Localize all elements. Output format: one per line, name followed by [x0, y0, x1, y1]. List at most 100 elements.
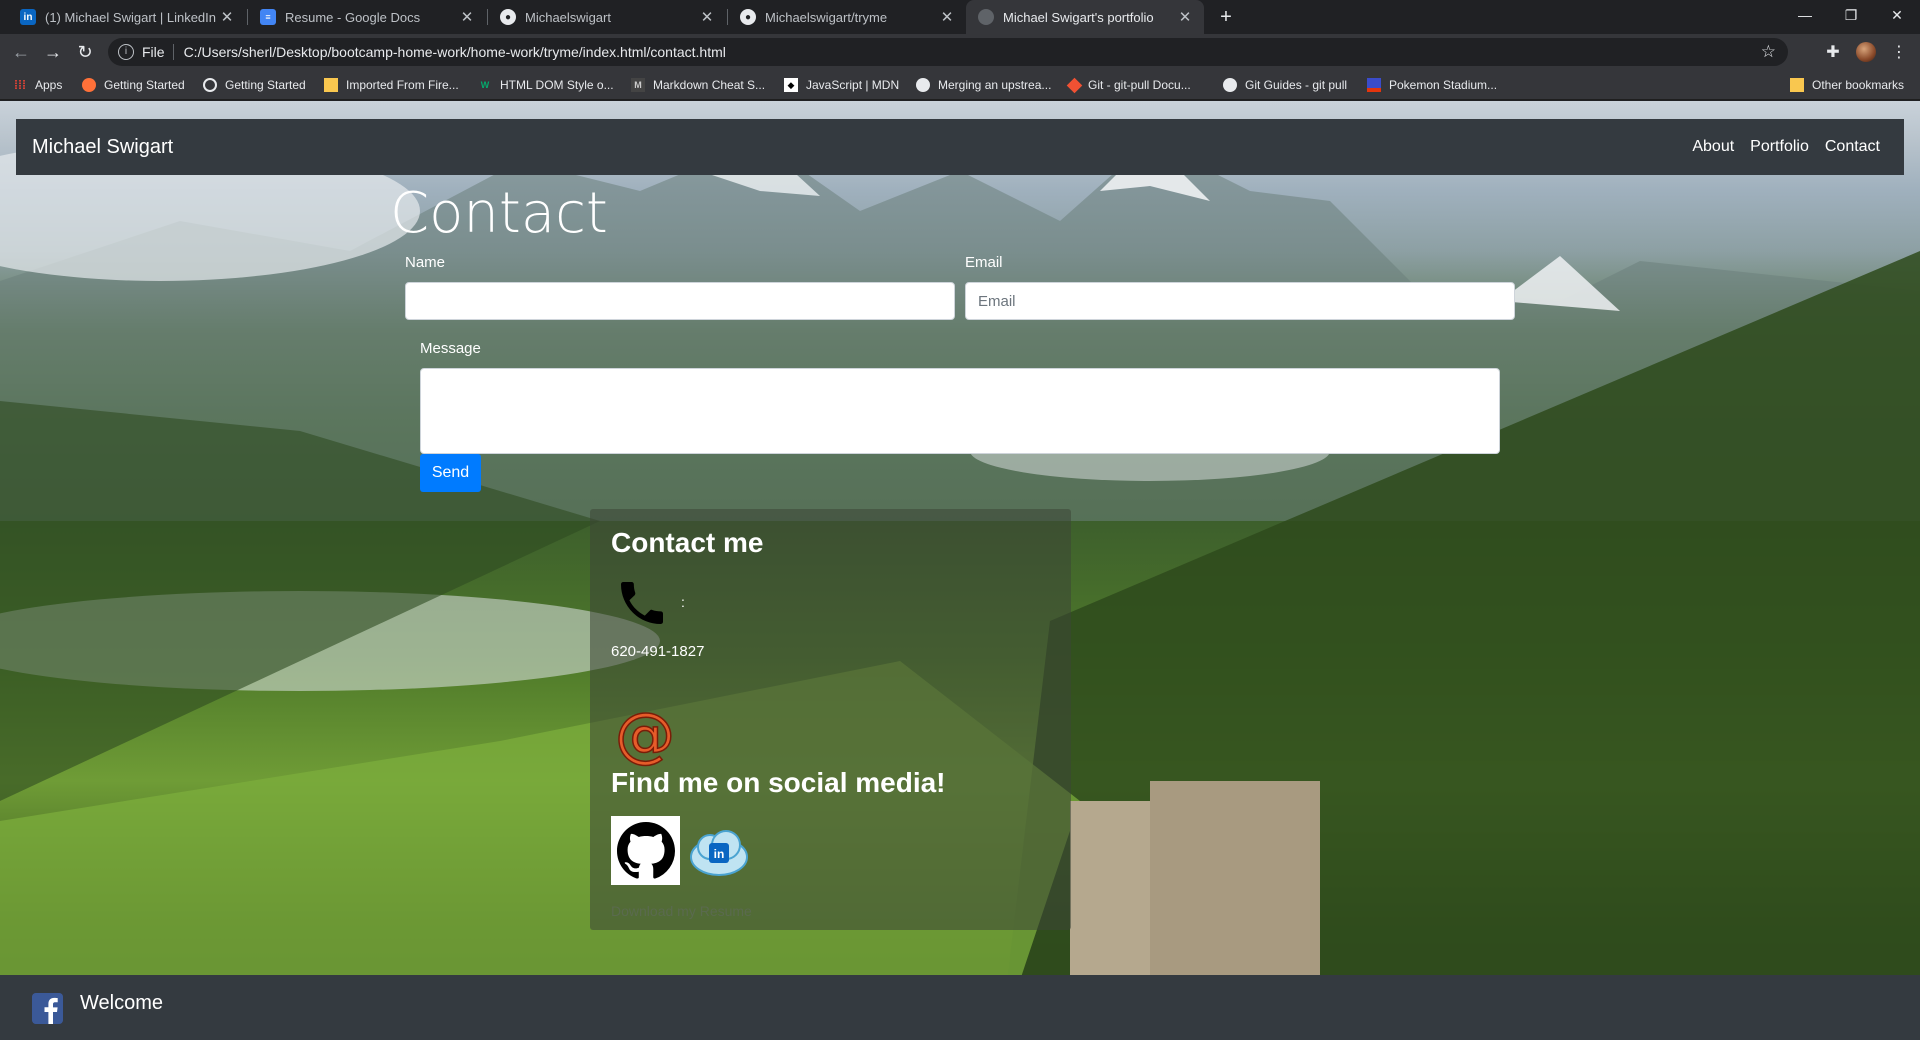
svg-text:in: in	[714, 847, 725, 861]
pokemon-icon	[1367, 78, 1381, 92]
site-navbar: Michael Swigart About Portfolio Contact	[16, 119, 1904, 175]
site-nav-links: About Portfolio Contact	[1676, 119, 1880, 175]
bookmark-label: Pokemon Stadium...	[1389, 78, 1498, 92]
tab-github-repo[interactable]: ● Michaelswigart/tryme ✕	[728, 0, 966, 34]
bookmark-getting-started-1[interactable]: Getting Started	[82, 70, 185, 100]
bookmark-label: Other bookmarks	[1812, 78, 1905, 92]
bookmark-merging-upstream[interactable]: Merging an upstrea...	[916, 70, 1051, 100]
email-label: Email	[965, 254, 1003, 271]
bookmark-label: Markdown Cheat S...	[653, 78, 766, 92]
close-icon[interactable]: ✕	[938, 8, 956, 26]
svg-text:@: @	[615, 705, 675, 767]
close-icon[interactable]: ✕	[458, 8, 476, 26]
address-divider	[172, 44, 174, 60]
linkedin-icon: in	[20, 9, 36, 25]
bookmark-imported[interactable]: Imported From Fire...	[324, 70, 459, 100]
tab-title: Michaelswigart	[525, 9, 611, 25]
bookmark-label: Merging an upstrea...	[938, 78, 1052, 92]
name-label: Name	[405, 254, 446, 271]
tab-linkedin[interactable]: in (1) Michael Swigart | LinkedIn ✕	[8, 0, 246, 34]
site-brand[interactable]: Michael Swigart	[32, 136, 173, 159]
tab-title: Resume - Google Docs	[285, 9, 421, 25]
firefox-icon	[82, 78, 96, 92]
send-button[interactable]: Send	[420, 454, 481, 492]
facebook-icon[interactable]	[32, 993, 63, 1024]
tab-title: Michael Swigart's portfolio	[1003, 9, 1154, 25]
email-input[interactable]: Email	[965, 282, 1515, 320]
address-bar[interactable]: i File C:/Users/sherl/Desktop/bootcamp-h…	[108, 38, 1788, 66]
restore-button[interactable]: ❐	[1828, 0, 1874, 32]
page-title: Contact	[390, 181, 608, 246]
bookmark-label: Getting Started	[225, 78, 306, 92]
nav-link-about[interactable]: About	[1692, 138, 1734, 156]
bookmark-pokemon[interactable]: Pokemon Stadium...	[1367, 70, 1497, 100]
nav-link-portfolio[interactable]: Portfolio	[1750, 138, 1809, 156]
github-icon	[916, 78, 930, 92]
bookmark-apps[interactable]: ⁞⁞⁞ Apps	[13, 70, 62, 100]
bookmark-label: Imported From Fire...	[346, 78, 459, 92]
bookmark-label: JavaScript | MDN	[806, 78, 900, 92]
bookmark-mdn[interactable]: ◆ JavaScript | MDN	[784, 70, 899, 100]
bookmark-label: Git - git-pull Docu...	[1088, 78, 1191, 92]
tab-title: (1) Michael Swigart | LinkedIn	[45, 9, 217, 25]
tab-github-profile[interactable]: ● Michaelswigart ✕	[488, 0, 726, 34]
tab-google-docs[interactable]: ≡ Resume - Google Docs ✕	[248, 0, 486, 34]
bookmark-html-dom[interactable]: W HTML DOM Style o...	[478, 70, 614, 100]
apps-grid-icon: ⁞⁞⁞	[14, 78, 26, 92]
new-tab-button[interactable]: +	[1213, 5, 1239, 29]
close-icon[interactable]: ✕	[218, 8, 236, 26]
download-resume-link[interactable]: Download my Resume	[611, 903, 752, 919]
bookmark-label: Apps	[35, 78, 63, 92]
github-icon: ●	[740, 9, 756, 25]
close-icon[interactable]: ✕	[1176, 8, 1194, 26]
bookmark-other[interactable]: Other bookmarks	[1790, 70, 1904, 100]
mdn-icon: ◆	[784, 78, 798, 92]
reload-icon[interactable]: ↻	[71, 38, 99, 66]
bookmark-label: HTML DOM Style o...	[500, 78, 614, 92]
page-viewport: Michael Swigart About Portfolio Contact …	[0, 101, 1920, 1040]
forward-arrow-icon[interactable]: →	[39, 38, 67, 66]
contact-card: Contact me : 620-491-1827 @ Find me on s…	[590, 509, 1071, 930]
phone-number[interactable]: 620-491-1827	[611, 643, 704, 660]
nav-link-contact[interactable]: Contact	[1825, 138, 1880, 156]
bookmark-markdown[interactable]: M Markdown Cheat S...	[631, 70, 765, 100]
back-arrow-icon[interactable]: ←	[7, 38, 35, 66]
social-heading: Find me on social media!	[611, 767, 946, 798]
browser-toolbar: ← → ↻ i File C:/Users/sherl/Desktop/boot…	[0, 34, 1920, 70]
github-icon: ●	[500, 9, 516, 25]
at-sign-email-icon[interactable]: @	[615, 705, 675, 767]
tab-strip: in (1) Michael Swigart | LinkedIn ✕ ≡ Re…	[0, 0, 1920, 34]
phone-icon	[621, 582, 663, 624]
bookmark-git-pull-docs[interactable]: Git - git-pull Docu...	[1066, 70, 1191, 100]
site-footer: Welcome	[0, 975, 1920, 1040]
github-icon[interactable]	[611, 816, 680, 885]
address-url: C:/Users/sherl/Desktop/bootcamp-home-wor…	[183, 44, 726, 60]
phone-colon: :	[681, 594, 685, 610]
tab-portfolio[interactable]: Michael Swigart's portfolio ✕	[966, 0, 1204, 34]
extensions-puzzle-icon[interactable]: ✚	[1823, 42, 1843, 62]
message-label: Message	[420, 340, 481, 357]
contact-heading: Contact me	[611, 527, 764, 558]
profile-avatar[interactable]	[1856, 42, 1876, 62]
close-window-button[interactable]: ✕	[1874, 0, 1920, 32]
github-icon	[1223, 78, 1237, 92]
close-icon[interactable]: ✕	[698, 8, 716, 26]
footer-welcome: Welcome	[80, 992, 163, 1014]
minimize-button[interactable]: —	[1782, 0, 1828, 32]
menu-kebab-icon[interactable]: ⋮	[1889, 42, 1909, 62]
folder-icon	[1790, 78, 1804, 92]
bookmark-label: Git Guides - git pull	[1245, 78, 1348, 92]
name-input[interactable]	[405, 282, 955, 320]
linkedin-cloud-icon[interactable]: in	[688, 827, 750, 879]
bookmarks-bar: ⁞⁞⁞ Apps Getting Started Getting Started…	[0, 70, 1920, 100]
w3schools-icon: W	[480, 80, 490, 90]
git-icon	[1066, 77, 1083, 93]
message-textarea[interactable]	[420, 368, 1500, 454]
bookmark-label: Getting Started	[104, 78, 185, 92]
bookmark-star-icon[interactable]: ☆	[1761, 42, 1776, 62]
info-icon[interactable]: i	[118, 44, 134, 60]
bookmark-git-guides[interactable]: Git Guides - git pull	[1223, 70, 1347, 100]
tab-title: Michaelswigart/tryme	[765, 9, 888, 25]
bookmark-getting-started-2[interactable]: Getting Started	[203, 70, 306, 100]
globe-icon	[203, 78, 217, 92]
